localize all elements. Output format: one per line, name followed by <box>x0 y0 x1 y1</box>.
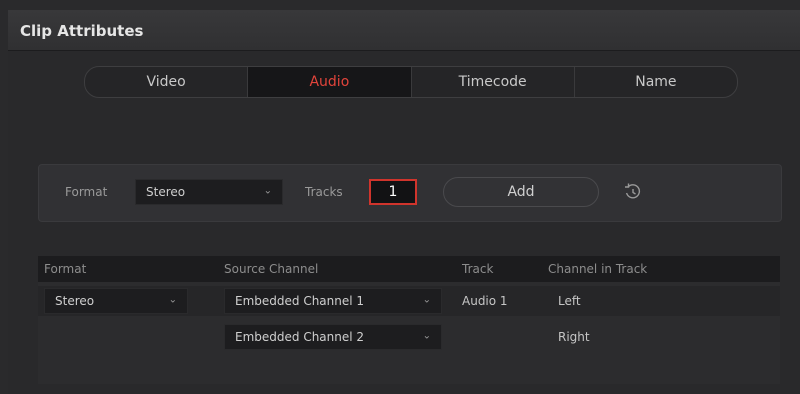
header-track: Track <box>462 262 494 276</box>
header-source-channel: Source Channel <box>224 262 319 276</box>
row-format-value: Stereo <box>55 294 95 308</box>
format-label: Format <box>65 185 108 199</box>
chevron-down-icon: ⌄ <box>422 294 431 306</box>
track-value: Audio 1 <box>462 294 508 308</box>
reset-icon[interactable] <box>622 181 644 203</box>
row-format-dropdown[interactable]: Stereo ⌄ <box>44 288 188 314</box>
header-format: Format <box>44 262 87 276</box>
chevron-down-icon: ⌄ <box>263 185 272 197</box>
source-channel-value: Embedded Channel 1 <box>235 294 365 308</box>
format-dropdown-value: Stereo <box>146 185 186 199</box>
source-channel-dropdown[interactable]: Embedded Channel 2 ⌄ <box>224 324 442 350</box>
title-bar: Clip Attributes <box>8 10 800 51</box>
tracks-input[interactable]: 1 <box>369 179 417 205</box>
chevron-down-icon: ⌄ <box>422 330 431 342</box>
tab-video[interactable]: Video <box>85 67 249 97</box>
tab-audio[interactable]: Audio <box>248 67 412 97</box>
channel-in-track-value: Left <box>558 294 581 308</box>
tab-bar: Video Audio Timecode Name <box>84 66 738 98</box>
format-toolbar: Format Stereo ⌄ Tracks 1 Add <box>38 164 782 222</box>
table-header: Format Source Channel Track Channel in T… <box>38 256 780 282</box>
tab-timecode[interactable]: Timecode <box>412 67 575 97</box>
channel-in-track-value: Right <box>558 330 590 344</box>
add-button[interactable]: Add <box>443 177 599 207</box>
source-channel-value: Embedded Channel 2 <box>235 330 365 344</box>
tab-name[interactable]: Name <box>575 67 737 97</box>
chevron-down-icon: ⌄ <box>168 294 177 306</box>
dialog-title: Clip Attributes <box>20 22 144 40</box>
audio-mapping-table: Format Source Channel Track Channel in T… <box>38 256 780 384</box>
tracks-label: Tracks <box>305 185 343 199</box>
format-dropdown[interactable]: Stereo ⌄ <box>135 179 283 205</box>
source-channel-dropdown[interactable]: Embedded Channel 1 ⌄ <box>224 288 442 314</box>
header-channel-in-track: Channel in Track <box>548 262 648 276</box>
